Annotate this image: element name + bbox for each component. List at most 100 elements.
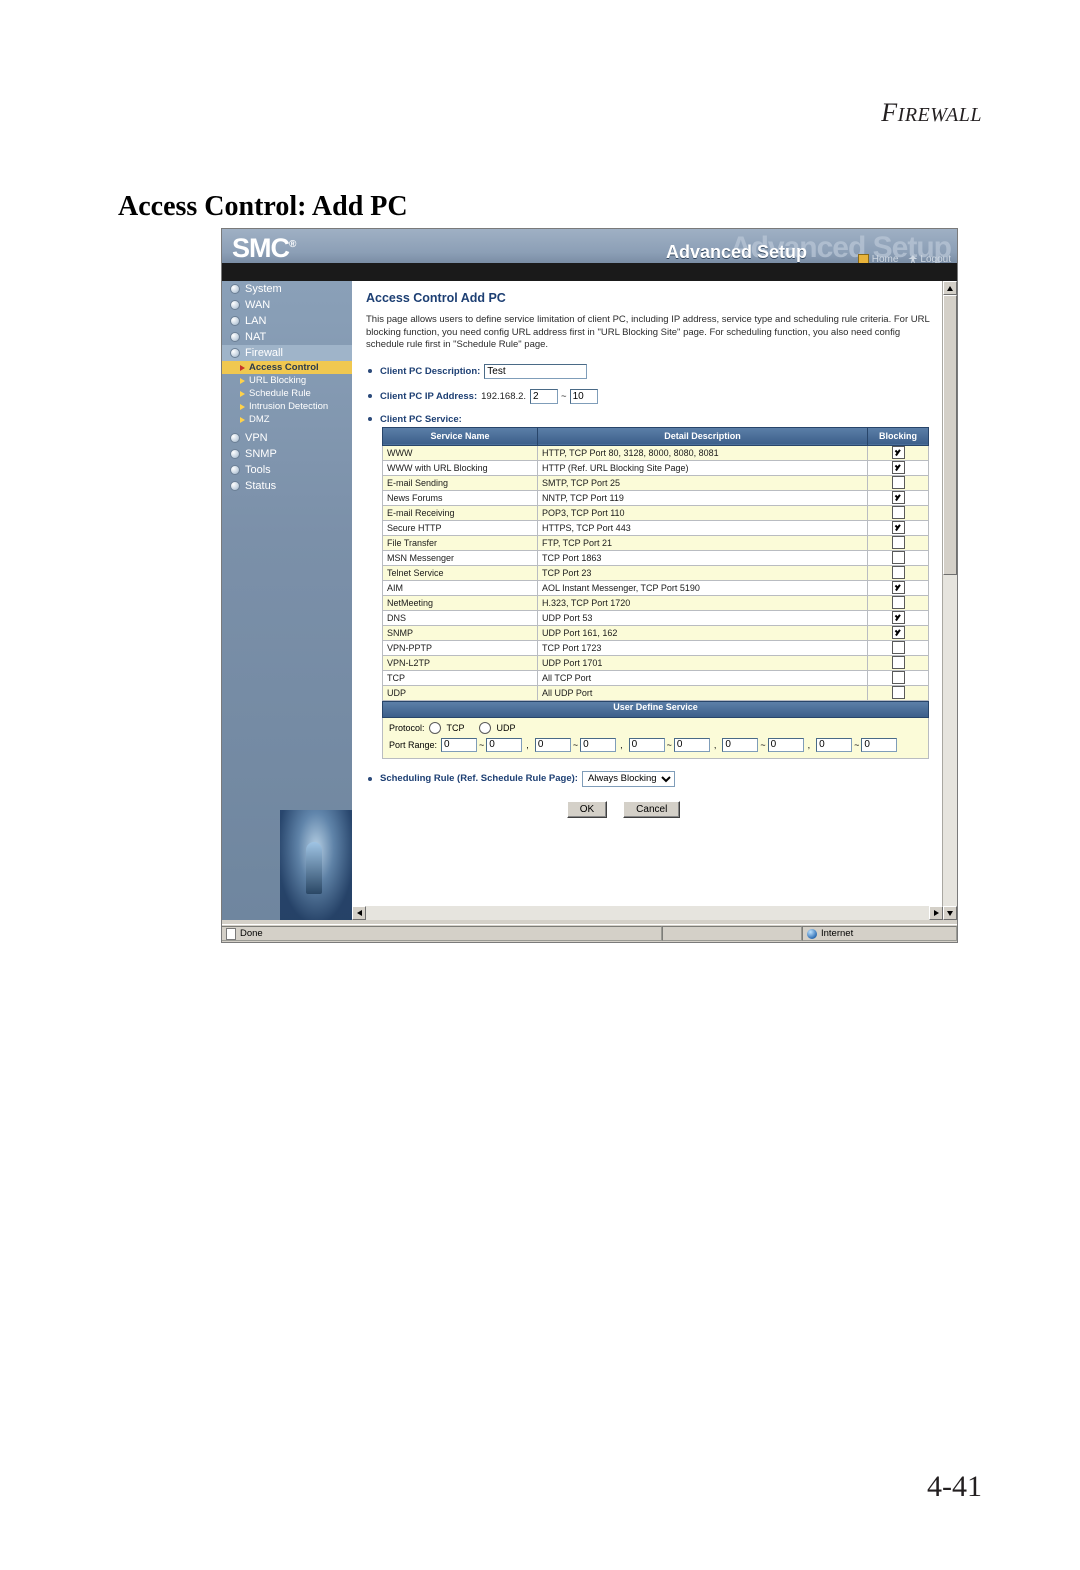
service-name-cell: MSN Messenger <box>382 549 538 566</box>
scroll-down-button[interactable] <box>943 906 957 920</box>
port-range-from-input[interactable] <box>534 737 571 752</box>
user-define-service-section: User Define Service Protocol: TCP UDP Po… <box>382 700 929 759</box>
service-name-cell: NetMeeting <box>382 594 538 611</box>
sidebar-subitem-access-control[interactable]: Access Control <box>222 361 352 374</box>
blocking-checkbox[interactable] <box>891 626 905 639</box>
triangle-up-icon <box>947 285 953 291</box>
detail-description-cell: AOL Instant Messenger, TCP Port 5190 <box>537 579 868 596</box>
sidebar-item-nat[interactable]: NAT <box>222 329 352 345</box>
port-range-from-input[interactable] <box>628 737 665 752</box>
scroll-up-button[interactable] <box>943 281 957 295</box>
client-pc-description-input[interactable] <box>484 363 588 379</box>
blocking-checkbox[interactable] <box>891 506 905 519</box>
detail-description-cell: H.323, TCP Port 1720 <box>537 594 868 611</box>
cancel-button[interactable]: Cancel <box>623 800 681 818</box>
client-pc-ip-start-input[interactable] <box>530 388 559 404</box>
scroll-right-button[interactable] <box>929 906 943 920</box>
table-row: UDP All UDP Port <box>382 684 929 701</box>
port-range-to-input[interactable] <box>673 737 710 752</box>
blocking-checkbox[interactable] <box>891 656 905 669</box>
browser-window: Advanced Setup SMC® N e t w o r k s Adva… <box>221 228 958 943</box>
blocking-checkbox[interactable] <box>891 461 905 474</box>
bullet-icon <box>230 300 240 310</box>
port-range-to-input[interactable] <box>861 737 898 752</box>
table-row: WWW HTTP, TCP Port 80, 3128, 8000, 8080, … <box>382 444 929 461</box>
blocking-checkbox[interactable] <box>891 671 905 684</box>
port-range-to-input[interactable] <box>486 737 523 752</box>
running-header-first-letter: F <box>881 98 898 127</box>
table-row: E-mail Receiving POP3, TCP Port 110 <box>382 504 929 521</box>
vertical-scroll-thumb[interactable] <box>943 295 957 575</box>
port-range-separator: ~ <box>854 739 860 750</box>
banner-bottom-bar <box>222 263 957 281</box>
client-pc-ip-end-input[interactable] <box>569 388 598 404</box>
sidebar-subitem-intrusion-detection[interactable]: Intrusion Detection <box>222 400 352 413</box>
sidebar-item-lan[interactable]: LAN <box>222 313 352 329</box>
sidebar-subitem-dmz[interactable]: DMZ <box>222 413 352 426</box>
sidebar-subitem-schedule-rule[interactable]: Schedule Rule <box>222 387 352 400</box>
sidebar-item-snmp[interactable]: SNMP <box>222 446 352 462</box>
arrow-icon <box>240 390 245 397</box>
blocking-checkbox[interactable] <box>891 566 905 579</box>
sidebar-subitem-url-blocking[interactable]: URL Blocking <box>222 374 352 387</box>
service-name-cell: E-mail Receiving <box>382 504 538 521</box>
blocking-cell <box>867 654 929 671</box>
sidebar-item-vpn[interactable]: VPN <box>222 430 352 446</box>
detail-description-cell: HTTP (Ref. URL Blocking Site Page) <box>537 459 868 476</box>
blocking-checkbox[interactable] <box>891 536 905 549</box>
protocol-udp-radio[interactable] <box>478 721 491 734</box>
blocking-checkbox[interactable] <box>891 491 905 504</box>
port-range-to-input[interactable] <box>767 737 804 752</box>
vertical-scrollbar[interactable] <box>942 281 957 920</box>
scroll-left-button[interactable] <box>352 906 366 920</box>
table-header-row: Service Name Detail Description Blocking <box>382 426 929 446</box>
scheduling-rule-select[interactable]: Always Blocking <box>581 770 675 787</box>
blocking-checkbox[interactable] <box>891 551 905 564</box>
blocking-checkbox[interactable] <box>891 686 905 699</box>
blocking-checkbox[interactable] <box>891 446 905 459</box>
sidebar-item-label: VPN <box>245 432 268 444</box>
port-range-from-input[interactable] <box>722 737 759 752</box>
security-zone-pane: Internet <box>802 926 957 941</box>
sidebar-item-system[interactable]: System <box>222 281 352 297</box>
table-row: E-mail Sending SMTP, TCP Port 25 <box>382 474 929 491</box>
ok-button[interactable]: OK <box>566 800 608 818</box>
detail-description-cell: NNTP, TCP Port 119 <box>537 489 868 506</box>
sidebar-item-wan[interactable]: WAN <box>222 297 352 313</box>
sidebar-item-label: Status <box>245 480 277 492</box>
blocking-checkbox[interactable] <box>891 521 905 534</box>
sidebar-item-label: Firewall <box>245 347 283 359</box>
blocking-checkbox[interactable] <box>891 581 905 594</box>
blocking-cell <box>867 549 929 566</box>
service-name-cell: WWW with URL Blocking <box>382 459 538 476</box>
security-zone-text: Internet <box>821 928 854 939</box>
port-range-to-input[interactable] <box>580 737 617 752</box>
status-text-pane: Done <box>222 926 662 941</box>
port-range-separator: ~ <box>666 739 672 750</box>
port-range-comma: , <box>807 739 811 750</box>
detail-description-cell: FTP, TCP Port 21 <box>537 534 868 551</box>
port-range-separator: ~ <box>760 739 766 750</box>
sidebar-item-status[interactable]: Status <box>222 478 352 494</box>
bullet-icon <box>230 449 240 459</box>
port-range-label: Port Range: <box>389 739 438 750</box>
blocking-checkbox[interactable] <box>891 596 905 609</box>
blocking-cell <box>867 534 929 551</box>
protocol-tcp-radio[interactable] <box>428 721 441 734</box>
table-row: WWW with URL Blocking HTTP (Ref. URL Bloc… <box>382 459 929 476</box>
detail-description-cell: TCP Port 1863 <box>537 549 868 566</box>
sidebar-item-tools[interactable]: Tools <box>222 462 352 478</box>
detail-description-cell: UDP Port 1701 <box>537 654 868 671</box>
blocking-checkbox[interactable] <box>891 476 905 489</box>
horizontal-scrollbar[interactable] <box>352 906 943 920</box>
blocking-checkbox[interactable] <box>891 611 905 624</box>
scheduling-rule-row: Scheduling Rule (Ref. Schedule Rule Page… <box>368 770 931 787</box>
port-range-from-input[interactable] <box>816 737 853 752</box>
content-heading: Access Control Add PC <box>366 291 506 305</box>
sidebar-item-firewall[interactable]: Firewall <box>222 345 352 361</box>
bullet-icon <box>230 433 240 443</box>
blocking-checkbox[interactable] <box>891 641 905 654</box>
table-row: Telnet Service TCP Port 23 <box>382 564 929 581</box>
port-range-from-input[interactable] <box>441 737 478 752</box>
table-row: Secure HTTP HTTPS, TCP Port 443 <box>382 519 929 536</box>
